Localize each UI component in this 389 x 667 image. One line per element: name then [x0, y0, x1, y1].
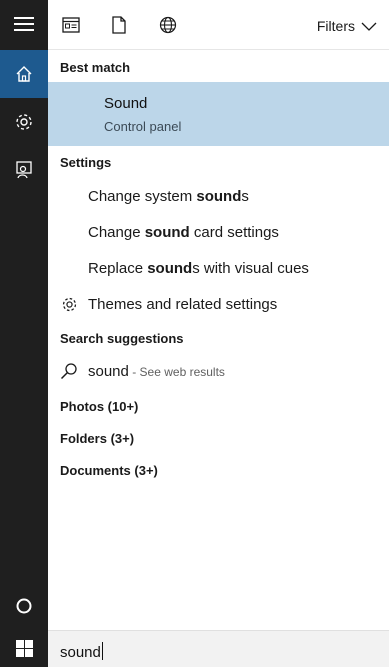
search-suggestions-header: Search suggestions [60, 331, 184, 346]
cortana-circle-icon [16, 598, 32, 614]
best-match-result[interactable]: Sound Control panel [48, 82, 389, 146]
result-text: Themes and related settings [88, 296, 278, 313]
settings-button[interactable] [0, 98, 48, 146]
settings-header: Settings [60, 155, 112, 170]
search-icon [60, 362, 78, 380]
category-folders[interactable]: Folders (3+) [60, 431, 134, 446]
suggestion-hint: - See web results [128, 365, 225, 379]
result-text: Replace [88, 260, 148, 277]
hamburger-menu-icon [14, 17, 34, 31]
suggestion-query: sound [88, 363, 129, 380]
filters-dropdown[interactable]: Filters [317, 15, 377, 37]
search-input[interactable]: sound [48, 630, 389, 667]
result-match-text: sound [147, 260, 193, 277]
cortana-button[interactable] [0, 582, 48, 630]
best-match-title: Sound [104, 95, 148, 112]
text-caret [101, 642, 103, 660]
result-text: card settings [189, 224, 279, 241]
settings-result-change-system-sounds[interactable]: Change system sounds [88, 188, 249, 205]
result-text: Change system [88, 188, 197, 205]
web-filter-button[interactable] [153, 10, 183, 40]
result-text: s [241, 188, 249, 205]
left-rail [0, 0, 48, 630]
result-text: s with visual cues [192, 260, 309, 277]
search-results-panel: Best match Sound Control panel Settings … [48, 50, 389, 630]
web-icon [159, 16, 177, 34]
category-photos[interactable]: Photos (10+) [60, 399, 138, 414]
document-icon [112, 16, 126, 34]
start-button[interactable] [0, 630, 48, 667]
gear-icon [60, 295, 78, 313]
home-button[interactable] [0, 50, 48, 98]
result-match-text: sound [196, 188, 242, 205]
feedback-icon [16, 161, 32, 179]
chevron-down-icon [361, 22, 377, 31]
category-documents[interactable]: Documents (3+) [60, 463, 158, 478]
filter-toolbar: Filters [48, 0, 389, 50]
result-match-text: sound [144, 224, 190, 241]
filters-label: Filters [316, 18, 355, 34]
apps-icon [62, 17, 80, 33]
result-text: Change [88, 224, 145, 241]
hamburger-menu-button[interactable] [0, 0, 48, 48]
home-icon [16, 66, 32, 82]
search-input-value: sound [60, 642, 103, 661]
best-match-header: Best match [60, 60, 131, 75]
gear-icon [16, 114, 32, 130]
settings-result-change-sound-card[interactable]: Change sound card settings [88, 224, 279, 241]
apps-filter-button[interactable] [56, 10, 86, 40]
web-suggestion-result[interactable]: sound - See web results [88, 363, 225, 380]
documents-filter-button[interactable] [104, 10, 134, 40]
feedback-button[interactable] [0, 146, 48, 194]
windows-logo-icon [15, 640, 33, 657]
best-match-subtitle: Control panel [104, 119, 182, 134]
search-query-text: sound [60, 644, 101, 661]
settings-result-replace-sounds[interactable]: Replace sounds with visual cues [88, 260, 309, 277]
settings-result-themes[interactable]: Themes and related settings [88, 296, 277, 313]
